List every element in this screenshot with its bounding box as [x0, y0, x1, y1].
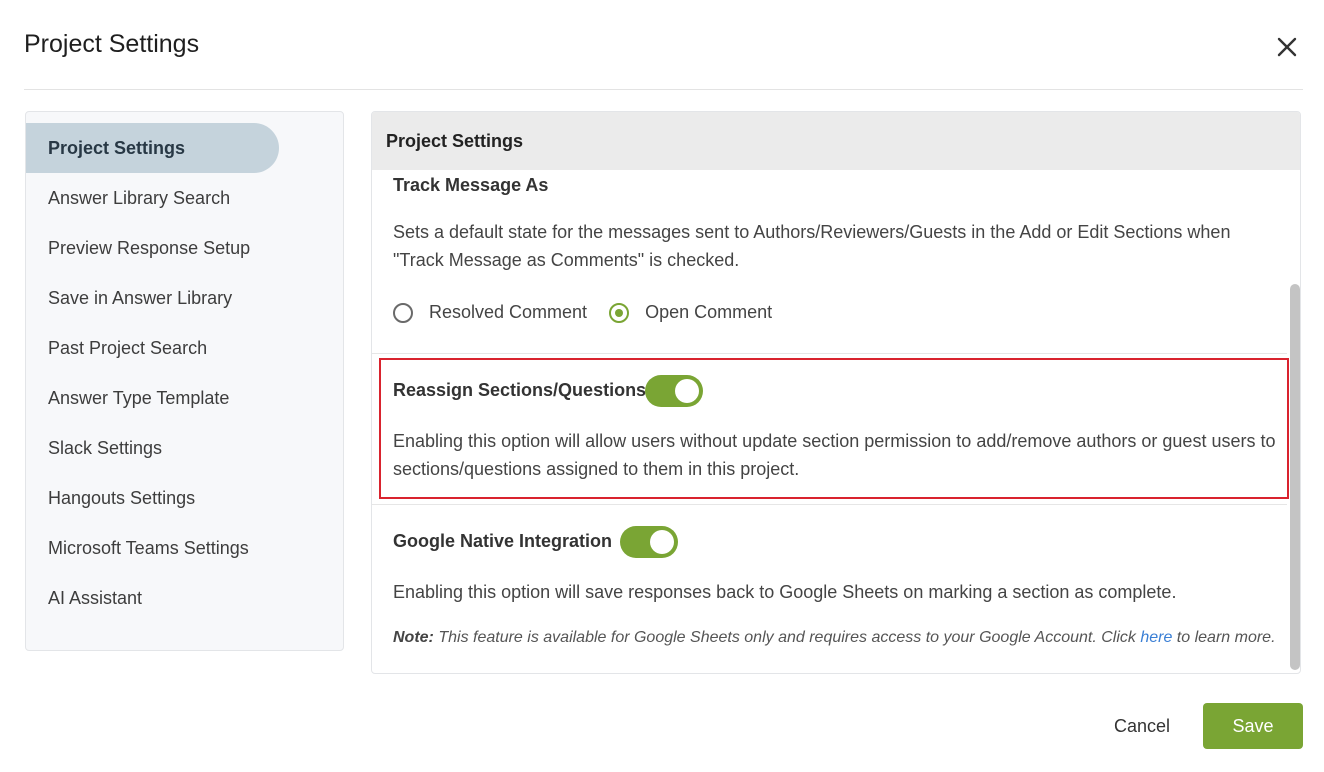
sidebar-item-hangouts-settings[interactable]: Hangouts Settings: [26, 473, 279, 523]
reassign-title: Reassign Sections/Questions: [393, 380, 647, 400]
track-message-radio-group: Resolved Comment Open Comment: [393, 302, 794, 323]
section-divider: [372, 353, 1287, 354]
toggle-knob: [675, 379, 699, 403]
open-comment-label[interactable]: Open Comment: [645, 302, 772, 323]
save-button[interactable]: Save: [1203, 703, 1303, 749]
scrollbar[interactable]: [1290, 284, 1300, 670]
google-integration-title: Google Native Integration: [393, 531, 613, 551]
settings-sidebar: Project Settings Answer Library Search P…: [25, 111, 344, 651]
cancel-button[interactable]: Cancel: [1100, 703, 1184, 749]
reassign-description: Enabling this option will allow users wi…: [393, 431, 1276, 479]
panel-header: Project Settings: [372, 112, 1300, 170]
reassign-toggle[interactable]: [645, 375, 703, 407]
note-label: Note:: [393, 629, 434, 646]
note-suffix: to learn more.: [1172, 629, 1276, 646]
close-icon[interactable]: [1276, 36, 1298, 58]
google-integration-description: Enabling this option will save responses…: [393, 582, 1177, 602]
track-message-title: Track Message As: [393, 175, 549, 195]
settings-panel: Project Settings Track Message As Sets a…: [371, 111, 1301, 674]
sidebar-item-preview-response-setup[interactable]: Preview Response Setup: [26, 223, 279, 273]
open-comment-radio[interactable]: [609, 302, 630, 323]
sidebar-item-project-settings[interactable]: Project Settings: [26, 123, 279, 173]
track-message-description: Sets a default state for the messages se…: [393, 222, 1231, 270]
sidebar-item-microsoft-teams-settings[interactable]: Microsoft Teams Settings: [26, 523, 279, 573]
sidebar-item-slack-settings[interactable]: Slack Settings: [26, 423, 279, 473]
google-integration-toggle[interactable]: [620, 526, 678, 558]
sidebar-item-past-project-search[interactable]: Past Project Search: [26, 323, 279, 373]
sidebar-item-ai-assistant[interactable]: AI Assistant: [26, 573, 279, 623]
learn-more-link[interactable]: here: [1140, 629, 1172, 646]
header-divider: [24, 89, 1303, 90]
sidebar-item-answer-library-search[interactable]: Answer Library Search: [26, 173, 279, 223]
dialog-title: Project Settings: [24, 30, 200, 58]
toggle-knob: [650, 530, 674, 554]
sidebar-list: Project Settings Answer Library Search P…: [26, 112, 343, 623]
note-text: This feature is available for Google She…: [433, 629, 1141, 646]
sidebar-item-save-in-answer-library[interactable]: Save in Answer Library: [26, 273, 279, 323]
close-button[interactable]: [1270, 30, 1304, 64]
section-divider: [372, 504, 1287, 505]
sidebar-item-answer-type-template[interactable]: Answer Type Template: [26, 373, 279, 423]
resolved-comment-label[interactable]: Resolved Comment: [429, 302, 587, 323]
resolved-comment-radio[interactable]: [393, 302, 413, 323]
google-note: Note: This feature is available for Goog…: [393, 629, 1276, 647]
